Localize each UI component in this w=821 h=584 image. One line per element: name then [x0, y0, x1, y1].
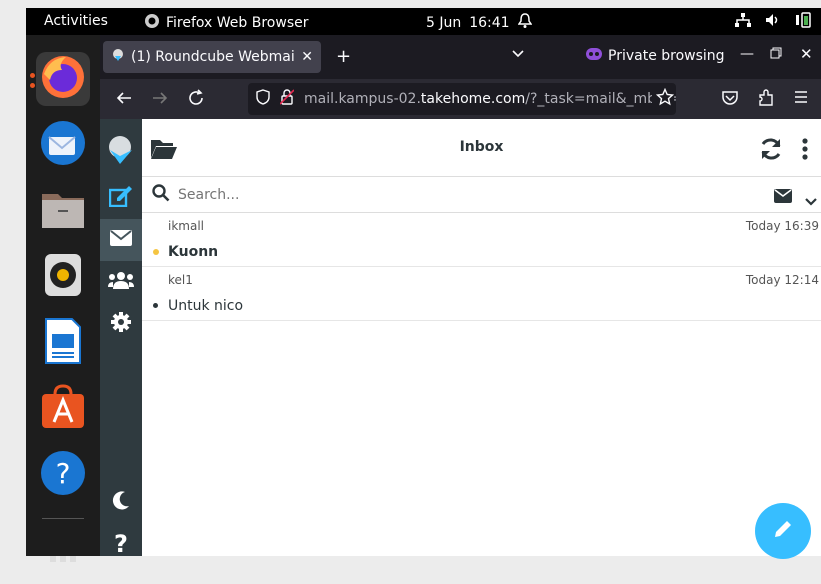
mail-button[interactable] [100, 219, 142, 261]
message-subject: Kuonn [168, 244, 219, 260]
folder-icon [40, 188, 86, 234]
dark-mode-button[interactable] [100, 481, 142, 523]
dock-rhythmbox[interactable] [36, 250, 90, 304]
back-icon[interactable] [115, 89, 133, 111]
read-indicator[interactable] [153, 303, 158, 308]
system-tray[interactable] [735, 12, 813, 32]
battery-icon [795, 12, 813, 32]
app-name: Firefox Web Browser [166, 15, 309, 31]
private-indicator: Private browsing [586, 47, 725, 65]
dock-show-apps[interactable] [36, 530, 90, 584]
message-sender: kel1 [168, 273, 193, 287]
roundcube-favicon [111, 48, 125, 66]
private-label: Private browsing [608, 48, 725, 64]
firefox-window: (1) Roundcube Webmail :: Inbox ✕ + Priva… [100, 35, 821, 559]
shield-icon[interactable] [256, 89, 270, 109]
message-subject: Untuk nico [168, 298, 244, 314]
forward-icon[interactable] [151, 89, 169, 111]
new-tab-icon[interactable]: + [336, 46, 351, 67]
search-bar [142, 177, 821, 213]
compose-button[interactable] [100, 177, 142, 219]
pocket-icon[interactable] [721, 89, 739, 111]
date-label: 5 Jun [426, 15, 462, 31]
url-text: mail.kampus-02.takehome.com/?_task=mail&… [304, 91, 676, 107]
message-sender: ikmall [168, 219, 204, 233]
list-header: Inbox [142, 119, 821, 177]
roundcube-logo[interactable] [100, 129, 142, 171]
private-mask-icon [586, 47, 602, 65]
minimize-icon[interactable]: — [740, 46, 754, 62]
url-bar[interactable]: mail.kampus-02.takehome.com/?_task=mail&… [248, 83, 676, 115]
dock-firefox[interactable] [36, 52, 90, 106]
help-icon: ? [40, 450, 86, 500]
close-tab-icon[interactable]: ✕ [301, 49, 313, 65]
dock-software[interactable] [36, 382, 90, 436]
reload-icon[interactable] [187, 89, 205, 111]
navigation-bar: mail.kampus-02.takehome.com/?_task=mail&… [100, 79, 821, 119]
apps-grid-icon [48, 540, 78, 574]
about-button[interactable]: ? [100, 523, 142, 565]
message-list-panel: Inbox Search... ikmall Today 16:39 Kuonn… [142, 119, 821, 556]
dock-thunderbird[interactable] [36, 118, 90, 172]
tab-roundcube[interactable]: (1) Roundcube Webmail :: Inbox ✕ [103, 41, 321, 73]
thunderbird-icon [39, 119, 87, 171]
svg-text:?: ? [56, 457, 71, 490]
search-icon [152, 183, 170, 206]
bookmark-star-icon[interactable] [652, 87, 675, 110]
dock-writer[interactable] [36, 316, 90, 370]
speaker-icon [43, 253, 83, 301]
close-window-icon[interactable]: ✕ [800, 45, 813, 63]
system-top-bar: Activities Firefox Web Browser 5 Jun 16:… [26, 8, 821, 35]
insecure-lock-icon[interactable] [279, 89, 295, 109]
message-date: Today 12:14 [745, 273, 819, 287]
roundcube-taskbar: ? [100, 119, 142, 558]
tab-bar: (1) Roundcube Webmail :: Inbox ✕ + Priva… [100, 35, 821, 79]
list-tabs-icon[interactable] [511, 47, 525, 63]
extensions-icon[interactable] [757, 89, 775, 111]
activities-button[interactable]: Activities [44, 13, 108, 29]
floating-compose-button[interactable] [755, 503, 811, 559]
envelope-icon [110, 230, 132, 250]
dock-help[interactable]: ? [36, 448, 90, 502]
time-label: 16:41 [469, 15, 510, 31]
running-indicator [30, 73, 35, 78]
network-icon [735, 13, 751, 31]
restore-icon[interactable] [770, 47, 782, 63]
dock: ? [26, 35, 100, 562]
bell-icon [517, 13, 532, 33]
settings-button[interactable] [100, 303, 142, 345]
volume-icon [765, 13, 781, 31]
firefox-icon [40, 54, 86, 104]
message-row[interactable]: kel1 Today 12:14 Untuk nico [142, 267, 821, 321]
moon-icon [111, 490, 131, 514]
running-indicator [30, 83, 35, 88]
firefox-small-icon [144, 13, 160, 33]
app-menu[interactable]: Firefox Web Browser [144, 13, 309, 33]
folder-title: Inbox [459, 139, 504, 155]
dock-separator [42, 518, 84, 519]
users-icon [108, 271, 134, 293]
document-icon [44, 318, 82, 368]
compose-icon [108, 185, 133, 211]
refresh-icon[interactable] [758, 136, 784, 166]
search-options-chevron-icon[interactable] [805, 191, 817, 210]
webpage: ? Inbox Search... ikmall Today 16:39 Kuo… [100, 119, 821, 559]
pencil-icon [773, 519, 793, 543]
search-input[interactable] [178, 186, 738, 203]
message-row[interactable]: ikmall Today 16:39 Kuonn [142, 213, 821, 267]
tab-title: (1) Roundcube Webmail :: Inbox [131, 49, 296, 65]
dock-files[interactable] [36, 184, 90, 238]
unread-indicator[interactable] [153, 249, 159, 255]
shopping-bag-icon [40, 384, 86, 434]
contacts-button[interactable] [100, 261, 142, 303]
gear-icon [110, 311, 132, 337]
more-vertical-icon[interactable] [802, 138, 808, 164]
question-icon: ? [114, 530, 128, 558]
message-list: ikmall Today 16:39 Kuonn kel1 Today 12:1… [142, 213, 821, 321]
left-margin [0, 0, 26, 556]
clock[interactable]: 5 Jun 16:41 [426, 13, 532, 33]
message-date: Today 16:39 [745, 219, 819, 233]
search-scope-envelope-icon[interactable] [774, 188, 792, 207]
menu-hamburger-icon[interactable] [793, 89, 809, 109]
